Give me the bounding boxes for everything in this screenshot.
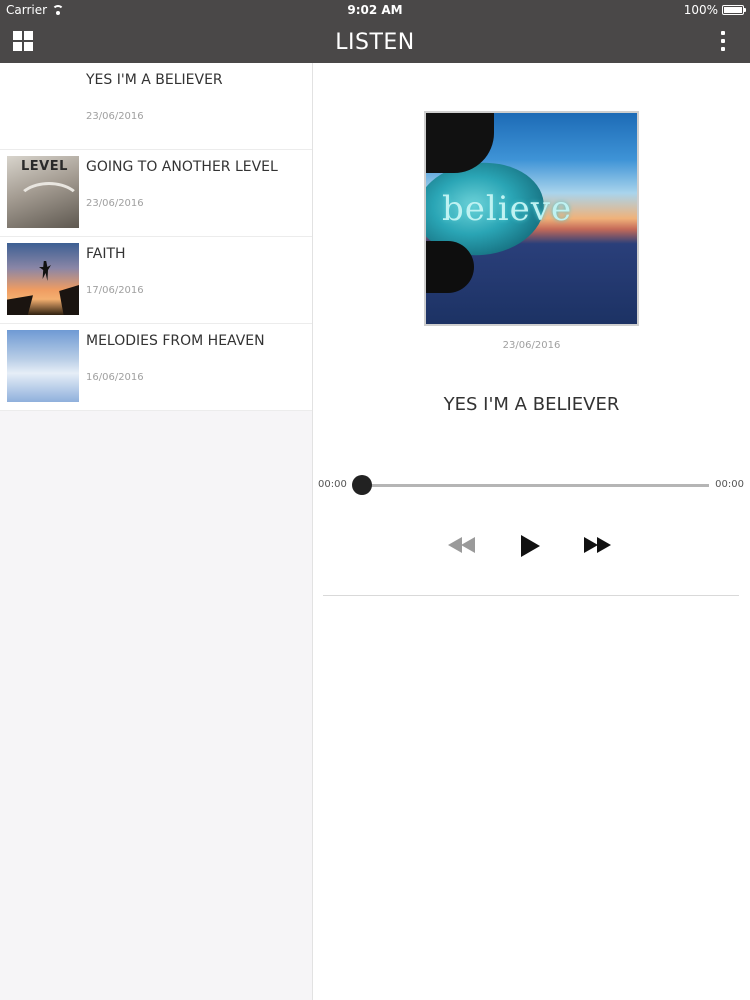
thumbnail-text: LEVEL xyxy=(21,159,68,174)
rewind-icon[interactable] xyxy=(448,535,478,555)
current-time: 00:00 xyxy=(318,479,347,490)
play-icon[interactable] xyxy=(521,535,541,557)
track-date: 23/06/2016 xyxy=(86,111,144,122)
battery-group: 100% xyxy=(683,3,746,17)
track-thumbnail xyxy=(7,243,79,315)
player-date: 23/06/2016 xyxy=(502,340,561,351)
track-thumbnail-empty xyxy=(7,69,79,141)
fast-forward-icon[interactable] xyxy=(584,535,614,555)
status-time: 9:02 AM xyxy=(347,3,403,17)
list-item[interactable]: LEVEL GOING TO ANOTHER LEVEL 23/06/2016 xyxy=(0,150,312,237)
seek-bar[interactable] xyxy=(361,484,709,487)
track-date: 17/06/2016 xyxy=(86,285,144,296)
divider xyxy=(323,595,739,596)
battery-icon xyxy=(722,5,746,15)
list-item[interactable]: FAITH 17/06/2016 xyxy=(0,237,312,324)
nav-bar: LISTEN xyxy=(0,20,750,63)
player-track-title: YES I'M A BELIEVER xyxy=(443,394,620,415)
track-title: GOING TO ANOTHER LEVEL xyxy=(86,159,278,175)
track-title: MELODIES FROM HEAVEN xyxy=(86,333,265,349)
track-date: 16/06/2016 xyxy=(86,372,144,383)
track-thumbnail xyxy=(7,330,79,402)
player-panel: believe 23/06/2016 YES I'M A BELIEVER 00… xyxy=(313,63,750,1000)
page-title: LISTEN xyxy=(335,30,415,55)
battery-percent: 100% xyxy=(683,3,718,17)
cover-art-text: believe xyxy=(442,189,573,229)
track-date: 23/06/2016 xyxy=(86,198,144,209)
track-list: YES I'M A BELIEVER 23/06/2016 LEVEL GOIN… xyxy=(0,63,313,1000)
track-title: YES I'M A BELIEVER xyxy=(86,72,223,88)
more-vertical-icon[interactable] xyxy=(720,30,726,52)
status-bar: Carrier 9:02 AM 100% xyxy=(0,0,750,20)
total-time: 00:00 xyxy=(715,479,744,490)
track-title: FAITH xyxy=(86,246,126,262)
list-item[interactable]: MELODIES FROM HEAVEN 16/06/2016 xyxy=(0,324,312,411)
track-thumbnail: LEVEL xyxy=(7,156,79,228)
seek-handle[interactable] xyxy=(352,475,372,495)
list-item[interactable]: YES I'M A BELIEVER 23/06/2016 xyxy=(0,63,312,150)
cover-art: believe xyxy=(424,111,639,326)
